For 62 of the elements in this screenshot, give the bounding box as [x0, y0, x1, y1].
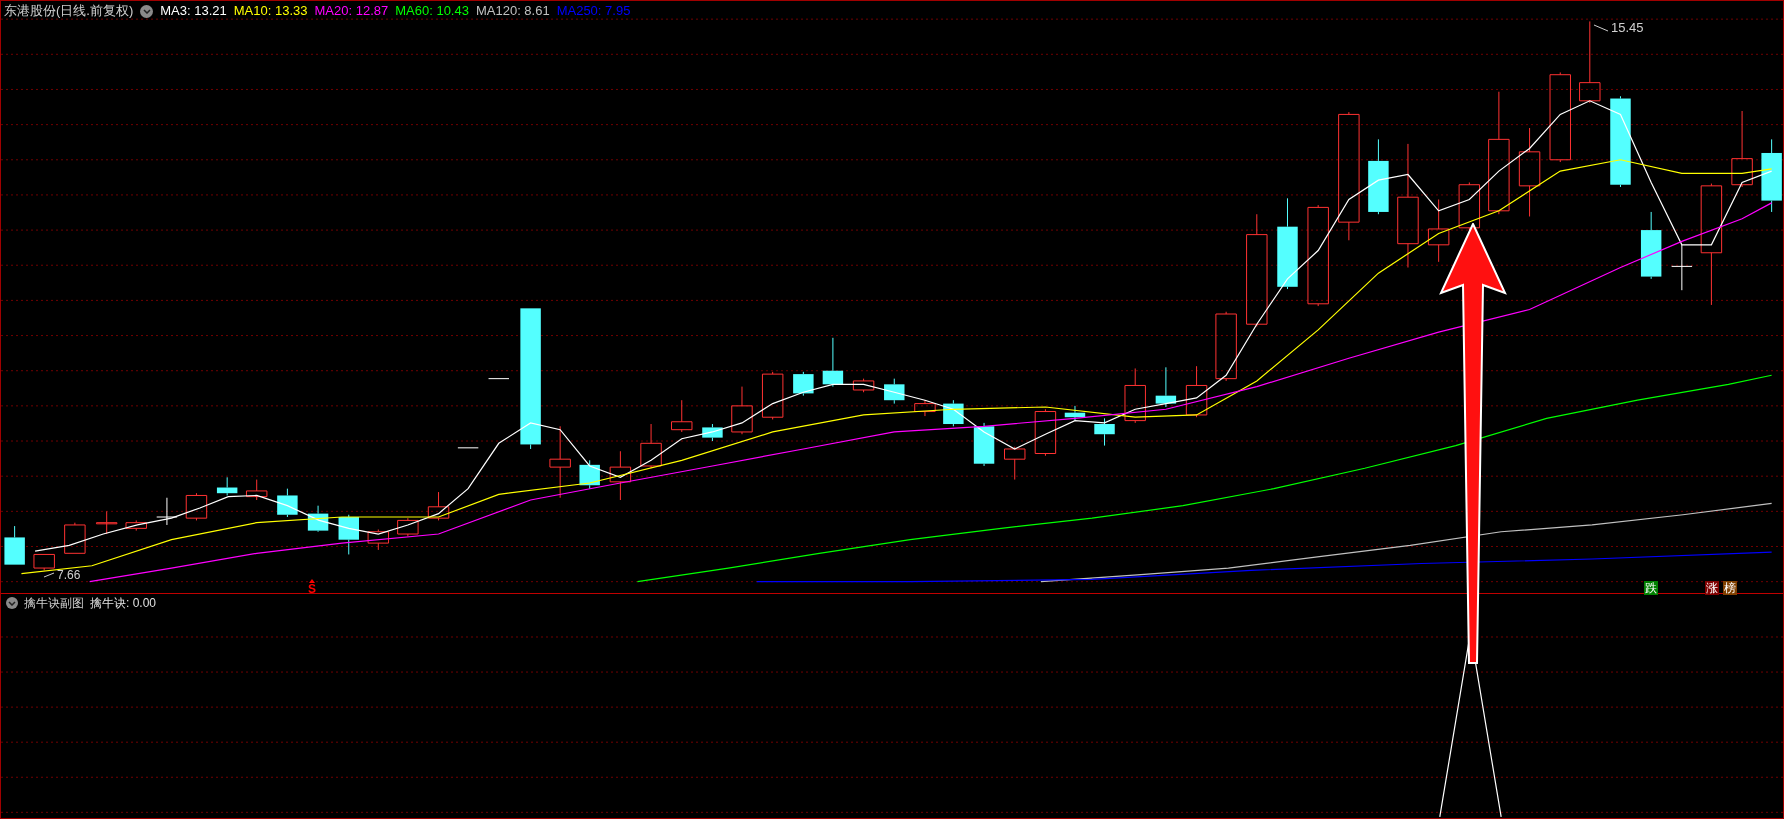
leader-line [1593, 23, 1609, 33]
candlestick [427, 491, 450, 521]
candlestick [64, 522, 86, 554]
candlestick [216, 476, 238, 496]
candlestick [609, 450, 632, 501]
candlestick [185, 492, 208, 521]
candlestick [397, 517, 419, 537]
candlestick [33, 553, 55, 571]
candlestick [125, 519, 147, 532]
candlestick [457, 447, 479, 449]
candlestick [1215, 311, 1237, 382]
candlestick [95, 510, 118, 535]
candlestick [973, 422, 995, 467]
candlestick [1427, 198, 1450, 263]
candlestick [4, 525, 25, 566]
dropdown-icon[interactable] [140, 4, 154, 18]
moving-average-value: MA250: 7.95 [556, 2, 631, 20]
candlestick [1034, 408, 1057, 457]
subchart-title: 擒牛诀副图 [24, 595, 84, 611]
dropdown-icon[interactable] [6, 597, 18, 609]
candlestick [1155, 366, 1177, 408]
candlestick [1671, 244, 1693, 291]
moving-average-value: MA120: 8.61 [475, 2, 550, 20]
candlestick [488, 378, 510, 380]
candlestick [1124, 367, 1146, 424]
signal-badge: 榜 [1723, 581, 1737, 595]
candlestick [338, 514, 359, 555]
low-price-label: 7.66 [57, 567, 81, 583]
candlestick [943, 399, 964, 427]
candlestick [307, 505, 329, 533]
candlestick [277, 488, 298, 518]
signal-badge: 涨 [1705, 581, 1719, 595]
signal-badge: 跌 [1644, 581, 1658, 595]
candlestick [1458, 181, 1481, 231]
moving-average-value: MA60: 10.43 [395, 2, 469, 20]
candlestick [761, 371, 784, 420]
candlestick [1004, 446, 1026, 481]
moving-average-value: MA3: 13.21 [160, 2, 227, 20]
signal-marker: S [308, 583, 316, 595]
candlestick [367, 529, 390, 551]
candlestick [884, 378, 905, 405]
candlestick [640, 423, 662, 469]
candlestick [671, 399, 693, 433]
high-price-label: 15.45 [1611, 20, 1644, 36]
candlestick [1185, 365, 1208, 418]
indicator-value: 擒牛诀: 0.00 [90, 595, 157, 611]
candlestick [1094, 417, 1115, 447]
candlestick [1064, 405, 1086, 422]
moving-average-value: MA20: 12.87 [314, 2, 389, 20]
leader-line [43, 571, 55, 579]
chart-title: 东港股份(日线.前复权) [4, 2, 134, 20]
candlestick [793, 371, 814, 397]
candlestick [731, 386, 753, 435]
candlestick [1640, 211, 1662, 280]
candlestick [822, 337, 844, 388]
candlestick [914, 399, 936, 417]
candlestick [579, 459, 600, 490]
candlestick [156, 497, 178, 526]
moving-average-value: MA10: 13.33 [233, 2, 308, 20]
candlestick [246, 479, 268, 501]
candlestick [702, 423, 723, 442]
candlestick [852, 378, 875, 393]
